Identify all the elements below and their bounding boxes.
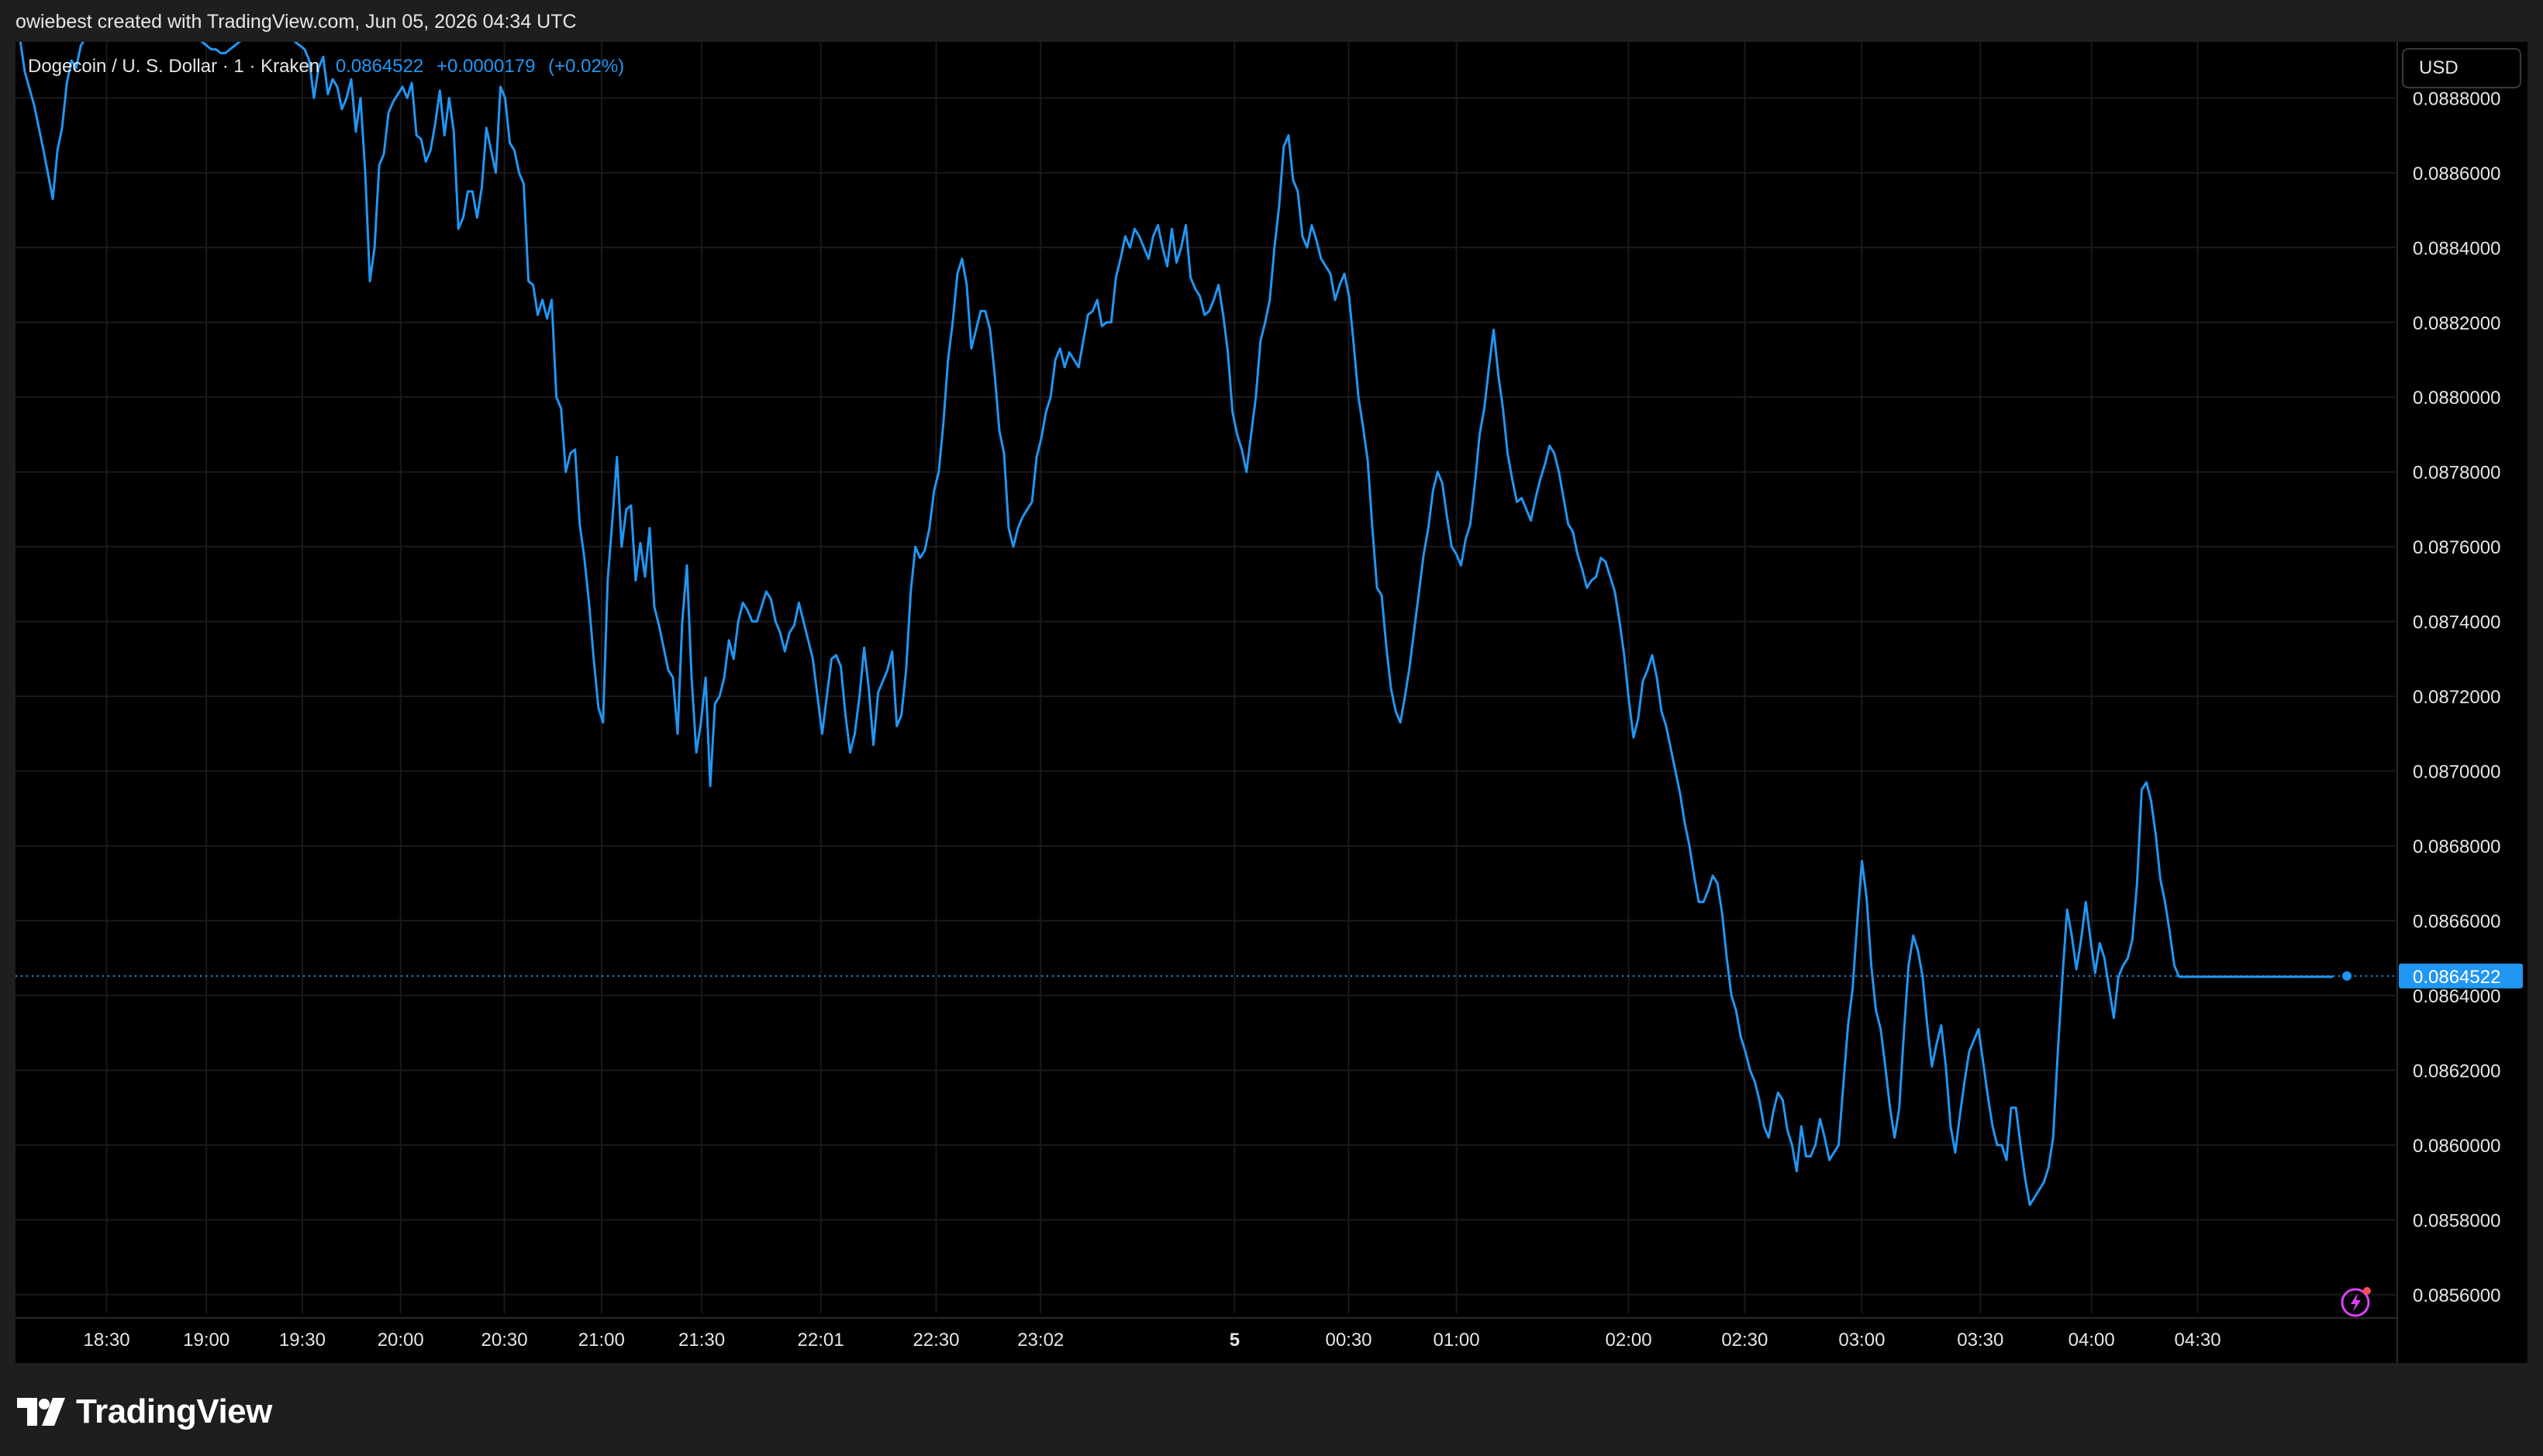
y-tick-label: 0.0858000 (2413, 1210, 2500, 1231)
footer-bar: TradingView (0, 1363, 2543, 1456)
header-bar: owiebest created with TradingView.com, J… (0, 0, 2543, 42)
lightning-bolt-icon[interactable] (2340, 1284, 2374, 1318)
chart-credit: owiebest created with TradingView.com, J… (16, 11, 577, 33)
price-change-value: +0.0000179 (436, 56, 536, 77)
x-tick-label: 19:00 (183, 1330, 229, 1351)
tradingview-brand[interactable]: TradingView (17, 1392, 272, 1431)
x-tick-label: 20:00 (378, 1330, 424, 1351)
symbol-legend[interactable]: Dogecoin / U. S. Dollar · 1 · Kraken 0.0… (28, 56, 632, 78)
price-line (19, 42, 2333, 1206)
last-price-label: 0.0864522 (2413, 967, 2500, 988)
last-price-marker (2342, 971, 2352, 981)
x-tick-label: 04:30 (2175, 1330, 2221, 1351)
x-tick-label: 01:00 (1434, 1330, 1480, 1351)
price-chart[interactable]: 0.0856000 0.0858000 0.0860000 0.0862000 0.08… (16, 42, 2527, 1363)
x-tick-label: 21:00 (578, 1330, 625, 1351)
x-tick-label: 02:00 (1606, 1330, 1652, 1351)
y-tick-label: 0.0884000 (2413, 238, 2500, 259)
x-tick-label: 21:30 (678, 1330, 725, 1351)
price-change-percent: (+0.02%) (548, 56, 625, 77)
y-tick-label: 0.0888000 (2413, 88, 2500, 109)
x-tick-label: 22:01 (798, 1330, 844, 1351)
chart-frame[interactable]: 0.0856000 0.0858000 0.0860000 0.0862000 0.08… (16, 42, 2527, 1363)
brand-name: TradingView (76, 1392, 272, 1430)
y-tick-label: 0.0876000 (2413, 537, 2500, 558)
y-tick-label: 0.0864000 (2413, 986, 2500, 1007)
x-tick-label: 18:30 (84, 1330, 130, 1351)
tradingview-logo-icon (17, 1398, 65, 1426)
y-tick-label: 0.0874000 (2413, 612, 2500, 633)
y-tick-label: 0.0860000 (2413, 1136, 2500, 1157)
x-tick-label: 02:30 (1721, 1330, 1768, 1351)
x-tick-label: 19:30 (279, 1330, 326, 1351)
x-tick-label: 03:30 (1957, 1330, 2003, 1351)
y-tick-label: 0.0878000 (2413, 463, 2500, 484)
y-tick-label: 0.0870000 (2413, 762, 2500, 783)
x-tick-label: 23:02 (1017, 1330, 1064, 1351)
y-tick-label: 0.0866000 (2413, 912, 2500, 933)
last-price-value: 0.0864522 (335, 56, 424, 77)
x-tick-label: 00:30 (1325, 1330, 1372, 1351)
x-tick-label: 03:00 (1838, 1330, 1885, 1351)
grid (16, 42, 2396, 1313)
y-tick-label: 0.0880000 (2413, 388, 2500, 409)
y-tick-label: 0.0886000 (2413, 164, 2500, 185)
y-tick-label: 0.0868000 (2413, 837, 2500, 857)
currency-button[interactable]: USD (2402, 48, 2521, 88)
x-tick-label: 5 (1230, 1330, 1240, 1351)
price-series (16, 42, 2397, 1206)
symbol-title: Dogecoin / U. S. Dollar · 1 · Kraken (28, 56, 320, 77)
x-tick-label: 22:30 (913, 1330, 959, 1351)
y-tick-label: 0.0862000 (2413, 1061, 2500, 1082)
y-tick-label: 0.0872000 (2413, 687, 2500, 708)
axes: 0.0856000 0.0858000 0.0860000 0.0862000 0.08… (16, 42, 2523, 1363)
y-tick-label: 0.0856000 (2413, 1285, 2500, 1306)
x-tick-label: 20:30 (481, 1330, 528, 1351)
x-tick-label: 04:00 (2069, 1330, 2115, 1351)
y-tick-label: 0.0882000 (2413, 313, 2500, 334)
